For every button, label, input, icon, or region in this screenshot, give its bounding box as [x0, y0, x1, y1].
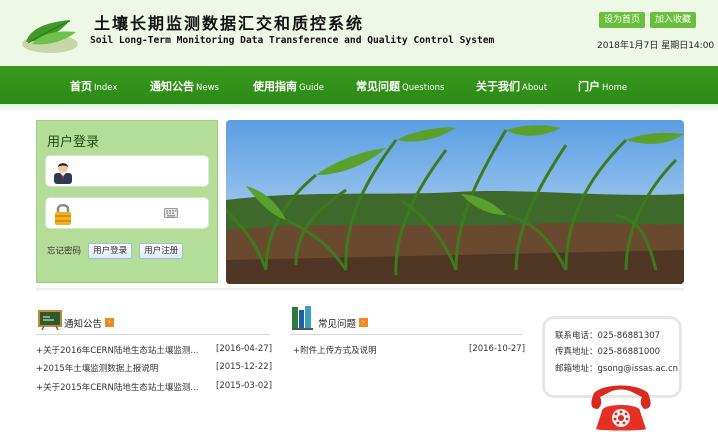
- notice-text: +关于2016年CERN陆地生态站土壤监测...: [36, 346, 199, 356]
- register-button[interactable]: 用户注册: [139, 242, 184, 259]
- nav-shadow: [0, 104, 718, 112]
- datetime: 2018年1月7日 星期日14:00: [597, 41, 715, 51]
- lock-icon: [55, 204, 71, 225]
- nav-item-questions[interactable]: 常见问题 Questions: [356, 66, 444, 104]
- faq-title: 常见问题: [318, 319, 357, 330]
- nav-label-en: News: [196, 83, 219, 93]
- nav-label-en: About: [522, 83, 548, 93]
- faq-date: [2016-10-27]: [469, 344, 526, 354]
- books-icon: [292, 306, 313, 330]
- cornfield-banner-image: [226, 120, 684, 284]
- site-header: 土壤长期监测数据汇交和质控系统 Soil Long-Term Monitorin…: [0, 0, 718, 66]
- nav-label-en: Home: [602, 83, 628, 93]
- password-field[interactable]: [45, 197, 209, 229]
- faq-underline: [290, 334, 522, 335]
- username-field[interactable]: [45, 155, 209, 187]
- telephone-icon: [591, 385, 651, 431]
- login-button[interactable]: 用户登录: [88, 242, 133, 259]
- contact-phone: 联系电话：025-86881307: [555, 331, 661, 341]
- notice-text: +2015年土壤监测数据上报说明: [36, 364, 159, 374]
- faq-item[interactable]: +附件上传方式及说明: [293, 344, 377, 356]
- more-arrow-icon[interactable]: ›: [359, 318, 368, 327]
- notice-date: [2015-12-22]: [216, 362, 273, 372]
- nav-label-cn: 门户: [578, 80, 600, 93]
- notice-text: +关于2015年CERN陆地生态站土壤监测...: [36, 383, 199, 393]
- faq-text: +附件上传方式及说明: [293, 346, 377, 356]
- login-title: 用户登录: [47, 135, 100, 150]
- nav-item-home[interactable]: 门户 Home: [578, 66, 627, 104]
- notice-item[interactable]: +关于2015年CERN陆地生态站土壤监测...: [36, 381, 198, 393]
- forgot-password-link[interactable]: 忘记密码: [47, 247, 81, 257]
- notice-item[interactable]: +关于2016年CERN陆地生态站土壤监测...: [36, 344, 198, 356]
- section-divider: [36, 288, 684, 292]
- blackboard-icon: [38, 310, 62, 330]
- site-title: 土壤长期监测数据汇交和质控系统: [94, 14, 365, 33]
- login-actions: 忘记密码 用户登录 用户注册: [47, 240, 184, 259]
- nav-label-en: Questions: [402, 83, 445, 93]
- notice-date: [2016-04-27]: [216, 344, 273, 354]
- nav-label-en: Index: [94, 83, 118, 93]
- site-subtitle: Soil Long-Term Monitoring Data Transfere…: [90, 35, 495, 46]
- notices-title: 通知公告: [64, 319, 103, 330]
- nav-label-cn: 通知公告: [150, 80, 194, 93]
- contact-fax: 传真地址：025-86881000: [555, 347, 661, 357]
- nav-item-news[interactable]: 通知公告 News: [150, 66, 219, 104]
- nav-item-about[interactable]: 关于我们 About: [476, 66, 547, 104]
- login-panel: 用户登录 忘记密码 用户登录 用户注册: [36, 120, 218, 283]
- nav-label-cn: 关于我们: [476, 80, 520, 93]
- nav-label-en: Guide: [299, 83, 324, 93]
- notice-item[interactable]: +2015年土壤监测数据上报说明: [36, 362, 158, 374]
- user-avatar-icon: [54, 163, 72, 184]
- keyboard-icon[interactable]: [164, 208, 178, 218]
- leaf-logo: [22, 20, 78, 53]
- contact-email: 邮箱地址：gsong@issas.ac.cn: [555, 364, 679, 374]
- nav-item-index[interactable]: 首页 Index: [70, 66, 117, 104]
- notice-date: [2015-03-02]: [216, 381, 273, 391]
- nav-item-guide[interactable]: 使用指南 Guide: [253, 66, 324, 104]
- add-favorite-button[interactable]: 加入收藏: [650, 12, 696, 28]
- main-nav: 首页 Index 通知公告 News 使用指南 Guide 常见问题 Questions…: [0, 66, 718, 104]
- set-home-button[interactable]: 设为首页: [599, 12, 645, 28]
- more-arrow-icon[interactable]: ›: [105, 318, 114, 327]
- nav-label-cn: 常见问题: [356, 80, 400, 93]
- notices-underline: [36, 334, 270, 335]
- nav-label-cn: 首页: [70, 80, 92, 93]
- nav-label-cn: 使用指南: [253, 80, 297, 93]
